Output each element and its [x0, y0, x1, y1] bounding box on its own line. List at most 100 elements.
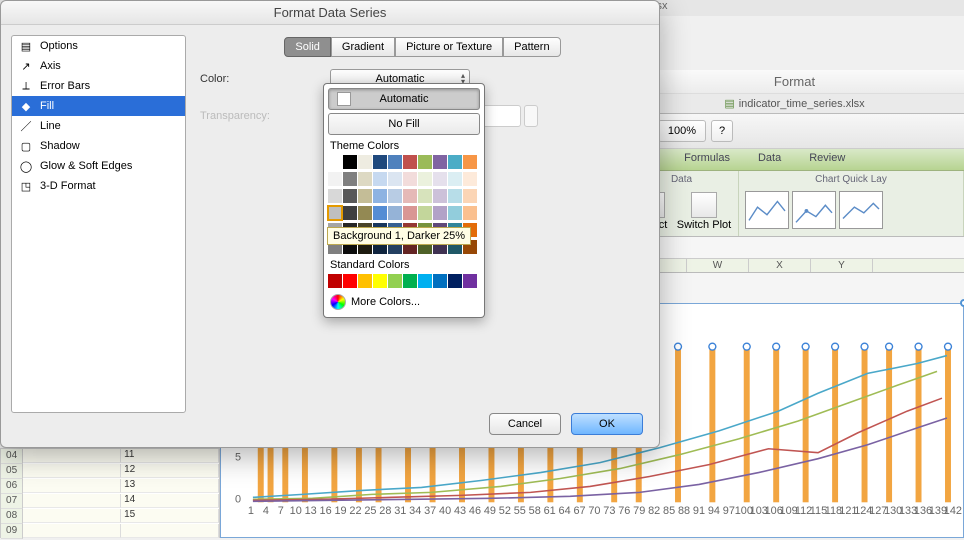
color-swatch[interactable] — [403, 274, 417, 288]
ribbon-tab-review[interactable]: Review — [795, 149, 859, 170]
no-fill-option[interactable]: No Fill — [328, 113, 480, 135]
sidebar-item-axis[interactable]: ↗Axis — [12, 56, 185, 76]
color-swatch[interactable] — [388, 172, 402, 186]
cell[interactable]: 13 — [121, 479, 219, 493]
transparency-input[interactable] — [479, 105, 521, 127]
sidebar-item-line[interactable]: ／Line — [12, 116, 185, 136]
tab-picture-or-texture[interactable]: Picture or Texture — [395, 37, 503, 57]
sidebar-item-glow-soft-edges[interactable]: ◯Glow & Soft Edges — [12, 156, 185, 176]
more-colors-option[interactable]: More Colors... — [328, 291, 480, 313]
color-swatch[interactable] — [418, 206, 432, 220]
help-icon[interactable]: ? — [711, 120, 733, 142]
cancel-button[interactable]: Cancel — [489, 413, 561, 435]
chart-layout-3[interactable] — [839, 191, 883, 229]
color-swatch[interactable] — [433, 274, 447, 288]
chart-layout-1[interactable] — [745, 191, 789, 229]
transparency-stepper[interactable] — [524, 105, 538, 127]
row-header[interactable]: 06 — [1, 479, 23, 494]
row-header[interactable]: 04 — [1, 449, 23, 464]
row-header[interactable]: 08 — [1, 509, 23, 524]
cell[interactable] — [23, 509, 121, 523]
color-swatch[interactable] — [358, 155, 372, 169]
color-swatch[interactable] — [373, 206, 387, 220]
sidebar-item-label: Error Bars — [40, 80, 90, 92]
color-swatch[interactable] — [343, 172, 357, 186]
sidebar-item-3-d-format[interactable]: ◳3-D Format — [12, 176, 185, 196]
color-swatch[interactable] — [343, 155, 357, 169]
sidebar-item-options[interactable]: ▤Options — [12, 36, 185, 56]
cell[interactable] — [121, 524, 219, 538]
color-swatch[interactable] — [373, 189, 387, 203]
ribbon-tab-formulas[interactable]: Formulas — [670, 149, 744, 170]
sidebar-item-fill[interactable]: ◆Fill — [12, 96, 185, 116]
color-swatch[interactable] — [373, 172, 387, 186]
col-header[interactable]: Y — [811, 259, 873, 272]
color-swatch[interactable] — [403, 172, 417, 186]
color-swatch[interactable] — [418, 274, 432, 288]
color-swatch[interactable] — [403, 189, 417, 203]
color-swatch[interactable] — [433, 172, 447, 186]
color-swatch[interactable] — [373, 274, 387, 288]
color-swatch[interactable] — [418, 172, 432, 186]
color-swatch[interactable] — [463, 172, 477, 186]
row-header[interactable]: 09 — [1, 524, 23, 539]
cell[interactable]: 15 — [121, 509, 219, 523]
color-swatch[interactable] — [403, 206, 417, 220]
color-swatch[interactable] — [448, 189, 462, 203]
color-swatch[interactable] — [433, 189, 447, 203]
color-swatch[interactable] — [418, 155, 432, 169]
switch-plot-button[interactable]: Switch Plot — [676, 189, 732, 231]
sidebar-item-error-bars[interactable]: ⟂Error Bars — [12, 76, 185, 96]
color-swatch[interactable] — [328, 172, 342, 186]
color-swatch[interactable] — [373, 155, 387, 169]
cell[interactable] — [23, 524, 121, 538]
ribbon-tab-data[interactable]: Data — [744, 149, 795, 170]
automatic-option[interactable]: Automatic — [328, 88, 480, 110]
color-swatch[interactable] — [463, 274, 477, 288]
chart-layout-2[interactable] — [792, 191, 836, 229]
color-swatch[interactable] — [418, 189, 432, 203]
color-swatch[interactable] — [463, 206, 477, 220]
color-swatch[interactable] — [358, 206, 372, 220]
color-swatch[interactable] — [388, 274, 402, 288]
cell[interactable] — [23, 479, 121, 493]
cell[interactable]: 11 — [121, 449, 219, 463]
color-swatch[interactable] — [358, 274, 372, 288]
row-header[interactable]: 07 — [1, 494, 23, 509]
color-swatch[interactable] — [388, 155, 402, 169]
color-swatch[interactable] — [448, 206, 462, 220]
color-swatch[interactable] — [433, 155, 447, 169]
row-header[interactable]: 05 — [1, 464, 23, 479]
ok-button[interactable]: OK — [571, 413, 643, 435]
color-swatch[interactable] — [328, 155, 342, 169]
col-header[interactable]: X — [749, 259, 811, 272]
cell[interactable]: 12 — [121, 464, 219, 478]
cell[interactable] — [23, 464, 121, 478]
color-swatch[interactable] — [433, 206, 447, 220]
zoom-input[interactable]: 100% — [658, 120, 706, 142]
color-swatch[interactable] — [388, 206, 402, 220]
sidebar-item-shadow[interactable]: ▢Shadow — [12, 136, 185, 156]
tab-gradient[interactable]: Gradient — [331, 37, 395, 57]
color-swatch[interactable] — [328, 206, 342, 220]
color-swatch[interactable] — [343, 206, 357, 220]
color-swatch[interactable] — [358, 189, 372, 203]
cell[interactable] — [23, 449, 121, 463]
tab-solid[interactable]: Solid — [284, 37, 330, 57]
color-swatch[interactable] — [358, 172, 372, 186]
color-swatch[interactable] — [448, 155, 462, 169]
cell[interactable] — [23, 494, 121, 508]
color-swatch[interactable] — [448, 274, 462, 288]
color-swatch[interactable] — [403, 155, 417, 169]
color-swatch[interactable] — [463, 155, 477, 169]
color-swatch[interactable] — [328, 189, 342, 203]
col-header[interactable]: W — [687, 259, 749, 272]
color-swatch[interactable] — [343, 189, 357, 203]
color-swatch[interactable] — [463, 189, 477, 203]
color-swatch[interactable] — [388, 189, 402, 203]
tab-pattern[interactable]: Pattern — [503, 37, 560, 57]
color-swatch[interactable] — [328, 274, 342, 288]
color-swatch[interactable] — [343, 274, 357, 288]
cell[interactable]: 14 — [121, 494, 219, 508]
color-swatch[interactable] — [448, 172, 462, 186]
